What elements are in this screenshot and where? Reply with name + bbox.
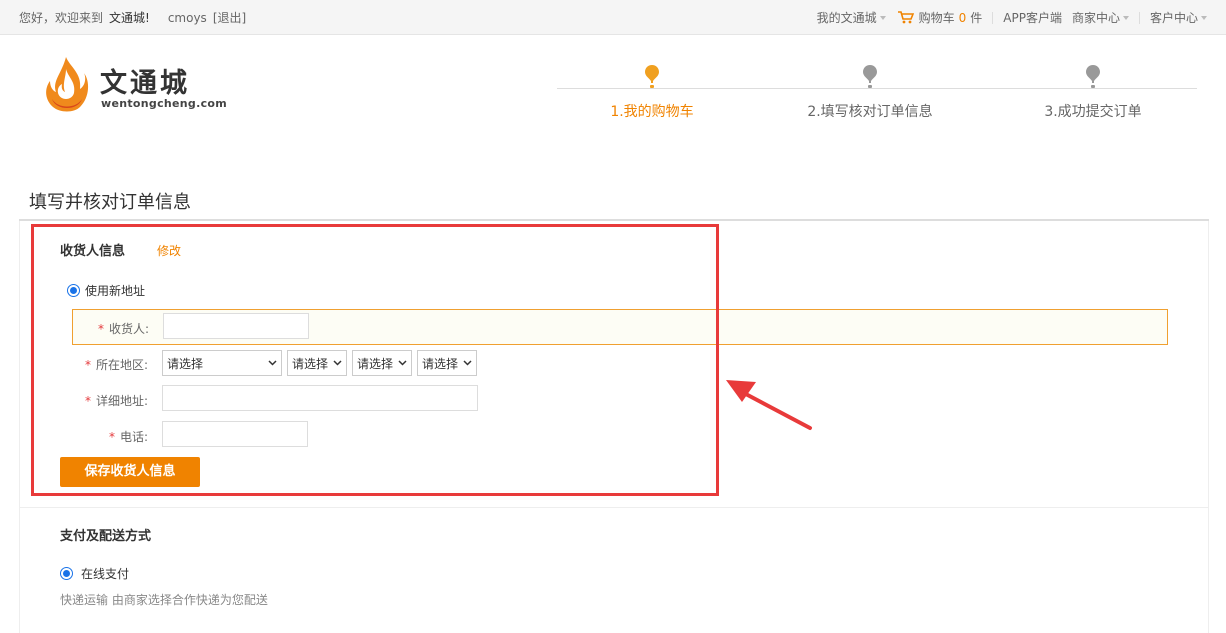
divider: [992, 11, 994, 24]
app-link[interactable]: APP客户端: [1003, 9, 1062, 26]
location-pin-icon: [1086, 65, 1100, 88]
chevron-down-icon: [879, 15, 886, 20]
step-label: 1.我的购物车: [610, 104, 694, 120]
highlight-box: [31, 224, 719, 496]
step-submit: 3.成功提交订单: [1013, 62, 1173, 121]
customer-center-menu[interactable]: 客户中心: [1150, 9, 1207, 26]
shipping-note: 快递运输 由商家选择合作快递为您配送: [60, 593, 268, 607]
cart-unit: 件: [970, 11, 983, 25]
online-payment-label: 在线支付: [81, 567, 130, 581]
cart-label: 购物车: [918, 11, 955, 25]
cart-icon: [897, 11, 914, 24]
page-title: 填写并核对订单信息: [29, 192, 191, 213]
payment-heading: 支付及配送方式: [60, 529, 152, 544]
chevron-down-icon: [1201, 15, 1207, 20]
location-pin-icon: [645, 65, 659, 88]
checkout-steps: 1.我的购物车 2.填写核对订单信息 3.成功提交订单: [557, 62, 1197, 132]
logout-link[interactable]: [退出]: [213, 11, 246, 25]
my-account-label: 我的文通城: [816, 11, 877, 25]
top-bar: 您好，欢迎来到 文通城! cmoys [退出] 我的文通城 购物车 0 件 APP客户端 …: [0, 0, 1226, 35]
chevron-down-icon: [1122, 15, 1129, 20]
logo-text-en: wentongcheng.com: [101, 97, 228, 110]
merchant-center-menu[interactable]: 商家中心: [1072, 9, 1129, 26]
brand-link[interactable]: 文通城!: [109, 11, 150, 25]
step-label: 2.填写核对订单信息: [807, 104, 933, 120]
greeting-text: 您好，欢迎来到: [19, 11, 104, 25]
my-account-menu[interactable]: 我的文通城: [817, 9, 886, 26]
location-pin-icon: [863, 65, 877, 88]
flame-logo-icon: [46, 57, 89, 112]
section-divider: [19, 507, 1209, 508]
customer-center-label: 客户中心: [1149, 11, 1198, 25]
site-logo[interactable]: 文通城 wentongcheng.com: [44, 55, 244, 117]
annotation-arrow-icon: [726, 380, 812, 430]
top-bar-right: 我的文通城 购物车 0 件 APP客户端 商家中心 客户中心: [817, 9, 1207, 26]
cart-count: 0: [958, 10, 967, 25]
radio-selected[interactable]: [60, 567, 73, 580]
step-cart: 1.我的购物车: [572, 62, 732, 121]
username-link[interactable]: cmoys: [168, 11, 207, 25]
top-bar-left: 您好，欢迎来到 文通城! cmoys [退出]: [19, 9, 246, 26]
merchant-center-label: 商家中心: [1071, 11, 1120, 25]
divider: [1138, 11, 1140, 24]
step-label: 3.成功提交订单: [1044, 104, 1142, 120]
cart-link[interactable]: 购物车 0 件: [897, 9, 983, 26]
step-fill-order: 2.填写核对订单信息: [790, 62, 950, 121]
logo-text-cn: 文通城: [100, 68, 190, 99]
online-payment-option[interactable]: 在线支付: [60, 565, 129, 582]
